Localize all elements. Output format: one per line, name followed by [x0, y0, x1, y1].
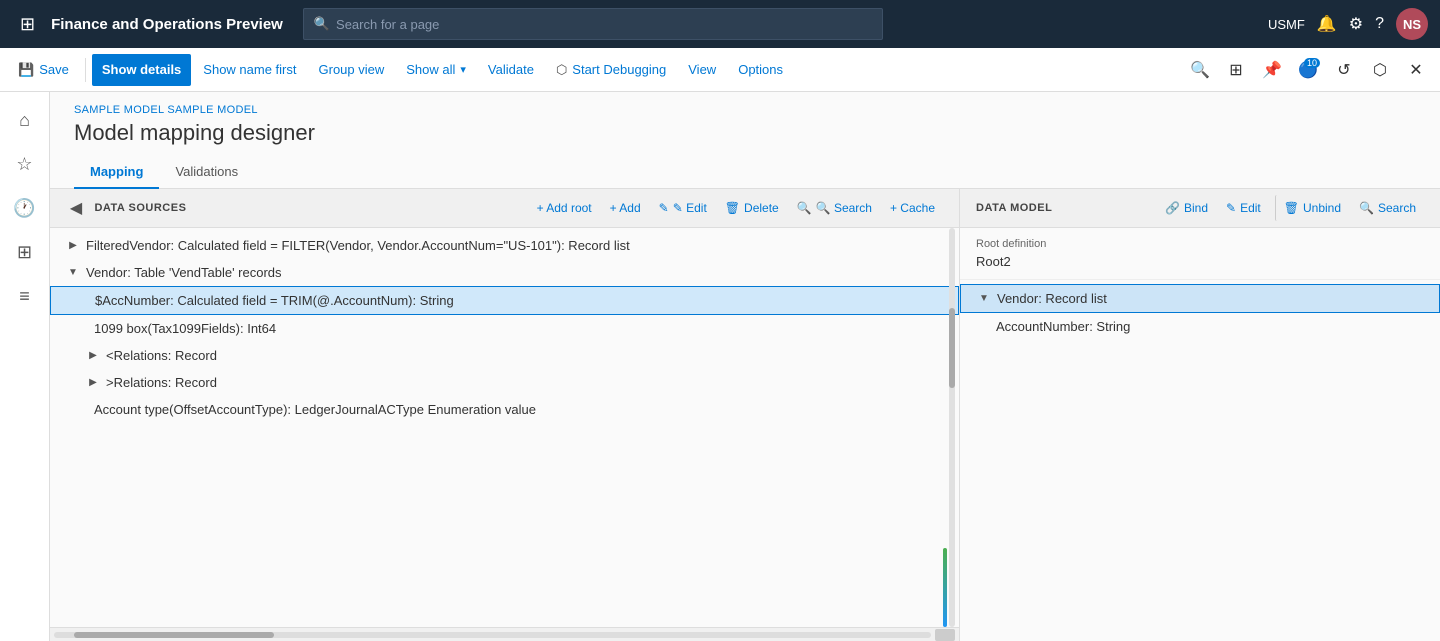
- badge-icon[interactable]: 🔵 10: [1292, 54, 1324, 86]
- gear-icon[interactable]: ⚙: [1349, 14, 1363, 34]
- breadcrumb: SAMPLE MODEL SAMPLE MODEL: [74, 104, 1416, 116]
- left-sidebar: ⌂ ☆ 🕐 ⊞ ≡: [0, 92, 50, 641]
- sidebar-favorites-icon[interactable]: ☆: [5, 144, 45, 184]
- tree-item[interactable]: ▶ <Relations: Record: [50, 342, 959, 369]
- link-icon: 🔗: [1165, 201, 1180, 215]
- grid-toolbar-icon[interactable]: ⊞: [1220, 54, 1252, 86]
- tree-item[interactable]: ▶ FilteredVendor: Calculated field = FIL…: [50, 232, 959, 259]
- dm-tree-item-vendor[interactable]: ▼ Vendor: Record list: [960, 284, 1440, 313]
- root-def-label: Root definition: [976, 238, 1424, 250]
- h-scroll-area: [50, 627, 959, 641]
- pin-icon[interactable]: 📌: [1256, 54, 1288, 86]
- action-toolbar: 💾 Save Show details Show name first Grou…: [0, 48, 1440, 92]
- delete-button[interactable]: 🗑 Delete: [717, 195, 787, 221]
- sidebar-list-icon[interactable]: ≡: [5, 276, 45, 316]
- page-title: Model mapping designer: [74, 120, 1416, 146]
- expand-icon[interactable]: ▶: [86, 349, 100, 363]
- top-navigation: ⊞ Finance and Operations Preview 🔍 Searc…: [0, 0, 1440, 48]
- tree-item[interactable]: 1099 box(Tax1099Fields): Int64: [50, 315, 959, 342]
- bind-button[interactable]: 🔗 Bind: [1157, 195, 1216, 221]
- tree-item[interactable]: Account type(OffsetAccountType): LedgerJ…: [50, 396, 959, 423]
- validate-button[interactable]: Validate: [478, 54, 544, 86]
- app-title: Finance and Operations Preview: [51, 16, 283, 33]
- data-model-title: DATA MODEL: [976, 202, 1155, 214]
- expand-icon[interactable]: ▼: [977, 292, 991, 306]
- show-all-button[interactable]: Show all: [396, 54, 476, 86]
- split-panel: ◀ DATA SOURCES + Add root + Add ✎ ✎ Edit…: [50, 189, 1440, 641]
- scrollbar-thumb[interactable]: [949, 308, 955, 388]
- data-sources-toolbar: ◀ DATA SOURCES + Add root + Add ✎ ✎ Edit…: [50, 189, 959, 228]
- search-ds-button[interactable]: 🔍 🔍 Search: [789, 195, 880, 221]
- refresh-icon[interactable]: ↺: [1328, 54, 1360, 86]
- data-model-panel: DATA MODEL 🔗 Bind ✎ Edit 🗑 Unbind 🔍: [960, 189, 1440, 641]
- add-button[interactable]: + Add: [602, 195, 649, 221]
- avatar[interactable]: NS: [1396, 8, 1428, 40]
- scrollbar-track: [949, 228, 955, 627]
- nav-right-area: USMF 🔔 ⚙ ? NS: [1268, 8, 1428, 40]
- dm-tree-item-account-number[interactable]: AccountNumber: String: [960, 313, 1440, 340]
- edit-icon: ✎: [1226, 201, 1236, 215]
- unbind-button[interactable]: 🗑 Unbind: [1275, 195, 1349, 221]
- expand-icon[interactable]: ▼: [66, 266, 80, 280]
- tab-validations[interactable]: Validations: [159, 156, 254, 189]
- toolbar-separator-1: [85, 58, 86, 82]
- tab-mapping[interactable]: Mapping: [74, 156, 159, 189]
- tree-item-selected[interactable]: $AccNumber: Calculated field = TRIM(@.Ac…: [50, 286, 959, 315]
- tree-item[interactable]: ▶ >Relations: Record: [50, 369, 959, 396]
- start-debugging-button[interactable]: ⬡ Start Debugging: [546, 54, 676, 86]
- expand-icon[interactable]: ▶: [86, 376, 100, 390]
- page-header: SAMPLE MODEL SAMPLE MODEL Model mapping …: [50, 92, 1440, 156]
- data-model-tree: ▼ Vendor: Record list AccountNumber: Str…: [960, 280, 1440, 641]
- debug-icon: ⬡: [556, 62, 567, 78]
- h-scroll-track: [54, 632, 931, 638]
- show-name-first-button[interactable]: Show name first: [193, 54, 306, 86]
- sidebar-recent-icon[interactable]: 🕐: [5, 188, 45, 228]
- root-def-value: Root2: [976, 254, 1424, 269]
- view-button[interactable]: View: [678, 54, 726, 86]
- search-toolbar-icon[interactable]: 🔍: [1184, 54, 1216, 86]
- sidebar-workspace-icon[interactable]: ⊞: [5, 232, 45, 272]
- popout-icon[interactable]: ⬡: [1364, 54, 1396, 86]
- close-icon[interactable]: ✕: [1400, 54, 1432, 86]
- search-dm-button[interactable]: 🔍 Search: [1351, 195, 1424, 221]
- sidebar-home-icon[interactable]: ⌂: [5, 100, 45, 140]
- save-button[interactable]: 💾 Save: [8, 54, 79, 86]
- edit-ds-button[interactable]: ✎ ✎ Edit: [651, 195, 715, 221]
- search-placeholder: Search for a page: [336, 17, 439, 32]
- grid-icon[interactable]: ⊞: [12, 10, 43, 39]
- expand-icon[interactable]: ▶: [66, 239, 80, 253]
- edit-dm-button[interactable]: ✎ Edit: [1218, 195, 1269, 221]
- question-icon[interactable]: ?: [1375, 15, 1384, 33]
- connection-indicator: [943, 548, 947, 627]
- save-icon: 💾: [18, 62, 34, 78]
- group-view-button[interactable]: Group view: [309, 54, 395, 86]
- scroll-corner: [935, 629, 955, 641]
- bell-icon[interactable]: 🔔: [1317, 14, 1337, 34]
- show-details-button[interactable]: Show details: [92, 54, 191, 86]
- add-root-button[interactable]: + Add root: [529, 195, 600, 221]
- user-code: USMF: [1268, 17, 1305, 32]
- root-definition-section: Root definition Root2: [960, 228, 1440, 280]
- data-model-toolbar: DATA MODEL 🔗 Bind ✎ Edit 🗑 Unbind 🔍: [960, 189, 1440, 228]
- toolbar-right-icons: 🔍 ⊞ 📌 🔵 10 ↺ ⬡ ✕: [1184, 54, 1432, 86]
- h-scroll-thumb[interactable]: [74, 632, 274, 638]
- options-button[interactable]: Options: [728, 54, 793, 86]
- data-sources-panel: ◀ DATA SOURCES + Add root + Add ✎ ✎ Edit…: [50, 189, 960, 641]
- unbind-icon: 🗑: [1284, 201, 1299, 215]
- content-tabs: Mapping Validations: [50, 156, 1440, 189]
- data-sources-title: DATA SOURCES: [94, 202, 526, 214]
- data-sources-tree: ▶ FilteredVendor: Calculated field = FIL…: [50, 228, 959, 627]
- global-search[interactable]: 🔍 Search for a page: [303, 8, 883, 40]
- search-dm-icon: 🔍: [1359, 201, 1374, 215]
- search-icon: 🔍: [314, 16, 330, 32]
- tree-item[interactable]: ▼ Vendor: Table 'VendTable' records: [50, 259, 959, 286]
- main-content-area: SAMPLE MODEL SAMPLE MODEL Model mapping …: [50, 92, 1440, 641]
- main-layout: ⌂ ☆ 🕐 ⊞ ≡ SAMPLE MODEL SAMPLE MODEL Mode…: [0, 92, 1440, 641]
- collapse-panel-icon[interactable]: ◀: [66, 198, 86, 218]
- cache-button[interactable]: + Cache: [882, 195, 943, 221]
